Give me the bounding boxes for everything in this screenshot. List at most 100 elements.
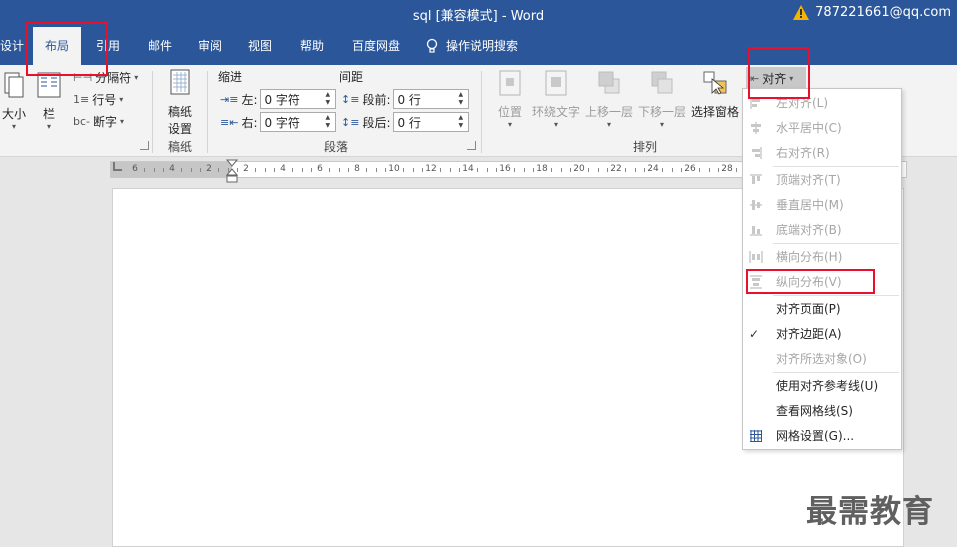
menu-item-label: 查看网格线(S): [776, 404, 853, 418]
ruler-tick-label: 16: [499, 164, 511, 174]
ruler-tick-label: 28: [721, 164, 733, 174]
tell-me-search[interactable]: 操作说明搜索: [426, 27, 536, 65]
bring-forward-icon: [598, 71, 620, 94]
ribbon-tabs: 设计 布局 引用 邮件 审阅 视图 帮助 百度网盘 操作说明搜索: [0, 27, 957, 65]
menu-item-label: 横向分布(H): [776, 250, 843, 264]
line-numbers-button[interactable]: 1≡ 行号 ▾: [73, 91, 123, 108]
send-backward-button[interactable]: 下移一层 ▾: [637, 69, 687, 129]
indent-left-input[interactable]: 0 字符 ▲ ▼: [260, 89, 337, 109]
spacing-before-icon: ↕≡: [341, 92, 360, 106]
ruler-minor-tick: [162, 168, 164, 172]
spacing-before-input[interactable]: 0 行 ▲ ▼: [393, 89, 470, 109]
tab-mailings[interactable]: 邮件: [138, 27, 182, 65]
tab-stop-selector-icon[interactable]: [113, 162, 122, 171]
ruler-tick-label: 8: [354, 164, 360, 174]
paper-group-label: 稿纸: [168, 140, 193, 154]
menu-item-use-alignment-guides[interactable]: 使用对齐参考线(U): [743, 374, 901, 398]
group-separator: [207, 71, 208, 153]
menu-item-view-gridlines[interactable]: 查看网格线(S): [743, 399, 901, 423]
ruler-minor-tick: [338, 168, 340, 172]
tab-design[interactable]: 设计: [0, 27, 24, 65]
ruler-minor-tick: [199, 168, 201, 172]
spinner-icon[interactable]: ▲ ▼: [458, 114, 466, 130]
ruler-minor-tick: [708, 168, 710, 172]
selection-pane-button[interactable]: 选择窗格: [690, 69, 740, 120]
ruler-minor-tick: [218, 168, 220, 172]
menu-item-label: 对齐页面(P): [776, 302, 841, 316]
ruler-minor-tick: [486, 168, 488, 172]
menu-item-distribute-horizontal[interactable]: 横向分布(H): [743, 245, 901, 269]
ruler-tick-label: 4: [280, 164, 286, 174]
bring-forward-button[interactable]: 上移一层 ▾: [584, 69, 634, 129]
menu-separator: [773, 243, 899, 244]
menu-item-align-top[interactable]: 顶端对齐(T): [743, 168, 901, 192]
menu-item-align-middle[interactable]: 垂直居中(M): [743, 193, 901, 217]
page-setup-launcher-icon[interactable]: [140, 141, 149, 150]
spinner-icon[interactable]: ▲ ▼: [325, 91, 333, 107]
indent-left-value: 0 字符: [264, 92, 300, 107]
columns-button[interactable]: 栏 ▾: [36, 71, 62, 131]
ruler-minor-tick: [329, 168, 331, 172]
bring-forward-label: 上移一层: [584, 105, 633, 119]
menu-item-align-bottom[interactable]: 底端对齐(B): [743, 218, 901, 242]
ruler-tick-label: 6: [132, 164, 138, 174]
menu-item-align-to-page[interactable]: 对齐页面(P): [743, 297, 901, 321]
account-area[interactable]: 787221661@qq.com: [793, 5, 951, 20]
ruler-minor-tick: [514, 168, 516, 172]
tab-review[interactable]: 审阅: [188, 27, 232, 65]
ruler-tick-label: 2: [206, 164, 212, 174]
indent-right-input[interactable]: 0 字符 ▲ ▼: [260, 112, 337, 132]
align-top-icon: [750, 174, 762, 184]
ruler-minor-tick: [680, 168, 682, 172]
menu-item-align-right[interactable]: 右对齐(R): [743, 141, 901, 165]
ruler-minor-tick: [477, 168, 479, 172]
menu-item-grid-settings[interactable]: 网格设置(G)...: [743, 424, 901, 448]
spinner-icon[interactable]: ▲ ▼: [325, 114, 333, 130]
ruler-minor-tick: [264, 168, 266, 172]
position-button[interactable]: 位置 ▾: [492, 69, 528, 129]
size-button[interactable]: 大小 ▾: [0, 71, 28, 131]
indent-header: 缩进: [218, 70, 243, 84]
ruler-minor-tick: [310, 168, 312, 172]
tab-help[interactable]: 帮助: [290, 27, 334, 65]
ruler-minor-tick: [551, 168, 553, 172]
ruler-tick-label: 4: [169, 164, 175, 174]
spacing-before-value: 0 行: [397, 92, 421, 107]
ruler-minor-tick: [255, 168, 257, 172]
spacing-before-row: ↕≡ 段前: 0 行 ▲ ▼: [341, 89, 470, 109]
spacing-after-label: 段后:: [362, 115, 391, 130]
highlight-box-distribute-vertical: [746, 269, 875, 294]
ruler-minor-tick: [301, 168, 303, 172]
ruler-minor-tick: [597, 168, 599, 172]
tab-view[interactable]: 视图: [238, 27, 282, 65]
spinner-icon[interactable]: ▲ ▼: [458, 91, 466, 107]
ruler-minor-tick: [449, 168, 451, 172]
indent-marker-icon[interactable]: [226, 159, 238, 187]
hyphenation-button[interactable]: bc- 断字 ▾: [73, 113, 124, 130]
menu-item-align-selected-objects[interactable]: 对齐所选对象(O): [743, 347, 901, 371]
chevron-down-icon: ▾: [119, 95, 124, 104]
wrap-text-button[interactable]: 环绕文字 ▾: [531, 69, 581, 129]
group-separator: [152, 71, 153, 153]
wrap-text-label: 环绕文字: [531, 105, 580, 119]
ruler-minor-tick: [144, 168, 146, 172]
spacing-after-input[interactable]: 0 行 ▲ ▼: [393, 112, 470, 132]
distribute-horizontal-icon: [749, 251, 763, 263]
spacing-after-value: 0 行: [397, 115, 421, 130]
account-email: 787221661@qq.com: [815, 5, 951, 20]
ruler-tick-label: 14: [462, 164, 474, 174]
menu-item-label: 对齐边距(A): [776, 327, 842, 341]
position-label: 位置: [497, 105, 522, 119]
ruler-minor-tick: [421, 168, 423, 172]
menu-item-align-center[interactable]: 水平居中(C): [743, 116, 901, 140]
warning-icon: [793, 5, 810, 20]
ruler-minor-tick: [375, 168, 377, 172]
manuscript-paper-icon: [170, 69, 190, 95]
ruler-minor-tick: [273, 168, 275, 172]
paragraph-launcher-icon[interactable]: [467, 141, 476, 150]
manuscript-settings-button[interactable]: 稿纸 设置: [160, 69, 200, 137]
tab-baidu-netdisk[interactable]: 百度网盘: [343, 27, 409, 65]
menu-item-align-to-margin[interactable]: ✓ 对齐边距(A): [743, 322, 901, 346]
ruler-tick-label: 20: [573, 164, 585, 174]
menu-item-label: 右对齐(R): [776, 146, 830, 160]
